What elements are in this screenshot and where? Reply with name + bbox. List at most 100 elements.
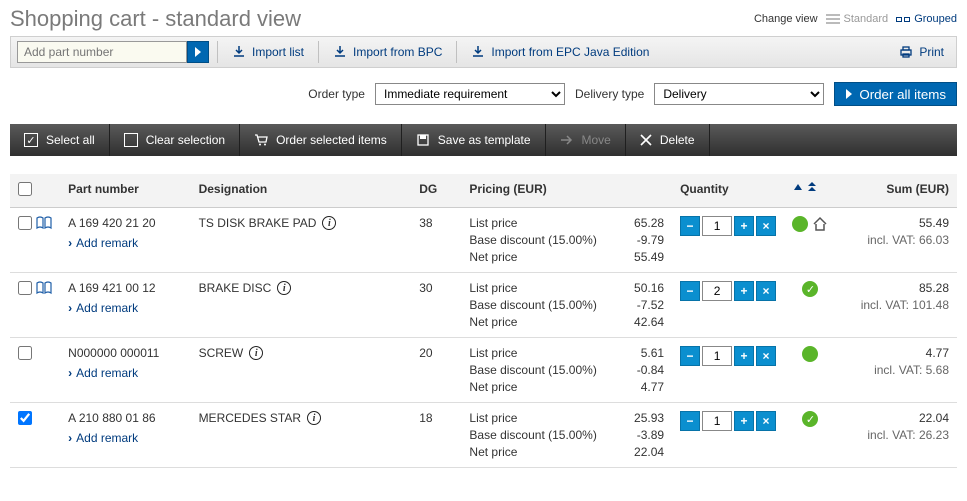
action-bar: Select all Clear selection Order selecte… <box>10 124 957 156</box>
col-dg: DG <box>411 174 461 208</box>
page-title: Shopping cart - standard view <box>10 6 301 32</box>
view-grouped-button[interactable]: Grouped <box>896 13 957 25</box>
top-toolbar: Import list Import from BPC Import from … <box>10 36 957 68</box>
qty-remove-button[interactable]: × <box>756 411 776 431</box>
price-label: Net price <box>469 315 616 329</box>
cart-table: Part number Designation DG Pricing (EUR)… <box>10 174 957 468</box>
book-icon[interactable] <box>36 281 52 295</box>
sum-value: 4.77 <box>845 346 949 360</box>
qty-increase-button[interactable]: + <box>734 411 754 431</box>
sort-double-icon[interactable] <box>806 182 818 194</box>
add-part-go-button[interactable] <box>187 41 209 63</box>
sort-up-icon[interactable] <box>792 182 804 194</box>
select-all-button[interactable]: Select all <box>10 124 110 156</box>
import-bpc-button[interactable]: Import from BPC <box>327 43 448 61</box>
order-all-label: Order all items <box>859 87 946 102</box>
add-remark-link[interactable]: Add remark <box>68 236 138 250</box>
price-label: List price <box>469 281 616 295</box>
price-label: List price <box>469 411 616 425</box>
import-list-label: Import list <box>252 45 304 59</box>
lines-icon <box>826 14 840 24</box>
view-grouped-label: Grouped <box>914 13 957 25</box>
row-checkbox[interactable] <box>18 411 32 425</box>
table-row: A 210 880 01 86Add remarkMERCEDES STARi1… <box>10 403 957 468</box>
status-check-icon: ✓ <box>802 281 818 297</box>
header-checkbox[interactable] <box>18 182 32 196</box>
row-checkbox[interactable] <box>18 346 32 360</box>
designation-text: MERCEDES STAR <box>199 411 301 425</box>
price-value: 55.49 <box>634 250 664 264</box>
price-label: Base discount (15.00%) <box>469 298 616 312</box>
qty-input[interactable] <box>702 216 732 236</box>
dg-value: 38 <box>411 208 461 273</box>
view-switch: Change view Standard Grouped <box>754 13 957 25</box>
qty-increase-button[interactable]: + <box>734 216 754 236</box>
row-checkbox[interactable] <box>18 216 32 230</box>
move-icon <box>560 134 574 146</box>
info-icon[interactable]: i <box>307 411 321 425</box>
book-icon[interactable] <box>36 216 52 230</box>
delivery-type-select[interactable]: Delivery <box>654 83 824 105</box>
sum-value: 55.49 <box>845 216 949 230</box>
move-button[interactable]: Move <box>546 124 626 156</box>
designation-text: BRAKE DISC <box>199 281 272 295</box>
qty-remove-button[interactable]: × <box>756 216 776 236</box>
save-template-label: Save as template <box>438 133 531 147</box>
qty-decrease-button[interactable]: − <box>680 281 700 301</box>
price-value: 65.28 <box>634 216 664 230</box>
print-label: Print <box>919 45 944 59</box>
col-pricing: Pricing (EUR) <box>461 174 672 208</box>
qty-input[interactable] <box>702 411 732 431</box>
print-button[interactable]: Print <box>893 43 950 61</box>
status-dot-icon <box>792 216 808 232</box>
price-label: Net price <box>469 445 616 459</box>
delete-button[interactable]: Delete <box>626 124 710 156</box>
add-remark-link[interactable]: Add remark <box>68 366 138 380</box>
sum-vat-value: incl. VAT: 5.68 <box>845 363 949 377</box>
sum-vat-value: incl. VAT: 26.23 <box>845 428 949 442</box>
qty-decrease-button[interactable]: − <box>680 411 700 431</box>
order-selected-button[interactable]: Order selected items <box>240 124 402 156</box>
order-type-select[interactable]: Immediate requirement <box>375 83 565 105</box>
info-icon[interactable]: i <box>277 281 291 295</box>
save-template-button[interactable]: Save as template <box>402 124 546 156</box>
clear-selection-button[interactable]: Clear selection <box>110 124 240 156</box>
price-value: -7.52 <box>634 298 664 312</box>
clear-selection-label: Clear selection <box>146 133 225 147</box>
dg-value: 30 <box>411 273 461 338</box>
add-remark-link[interactable]: Add remark <box>68 431 138 445</box>
table-row: A 169 420 21 20Add remarkTS DISK BRAKE P… <box>10 208 957 273</box>
import-list-button[interactable]: Import list <box>226 43 310 61</box>
dg-value: 18 <box>411 403 461 468</box>
qty-decrease-button[interactable]: − <box>680 216 700 236</box>
close-icon <box>640 134 652 146</box>
order-all-button[interactable]: Order all items <box>834 82 957 106</box>
qty-remove-button[interactable]: × <box>756 281 776 301</box>
qty-increase-button[interactable]: + <box>734 346 754 366</box>
price-label: List price <box>469 216 616 230</box>
import-epc-button[interactable]: Import from EPC Java Edition <box>465 43 655 61</box>
qty-increase-button[interactable]: + <box>734 281 754 301</box>
price-value: 50.16 <box>634 281 664 295</box>
price-value: 22.04 <box>634 445 664 459</box>
table-row: A 169 421 00 12Add remarkBRAKE DISCi30Li… <box>10 273 957 338</box>
save-icon <box>416 133 430 147</box>
info-icon[interactable]: i <box>322 216 336 230</box>
row-checkbox[interactable] <box>18 281 32 295</box>
chevron-right-icon <box>845 89 853 99</box>
import-bpc-label: Import from BPC <box>353 45 442 59</box>
info-icon[interactable]: i <box>249 346 263 360</box>
dg-value: 20 <box>411 338 461 403</box>
add-part-input[interactable] <box>17 41 187 63</box>
status-dot-icon <box>802 346 818 362</box>
order-selected-label: Order selected items <box>276 133 387 147</box>
move-label: Move <box>582 133 611 147</box>
qty-input[interactable] <box>702 281 732 301</box>
view-standard-button[interactable]: Standard <box>826 13 889 25</box>
qty-remove-button[interactable]: × <box>756 346 776 366</box>
qty-input[interactable] <box>702 346 732 366</box>
import-epc-label: Import from EPC Java Edition <box>491 45 649 59</box>
qty-decrease-button[interactable]: − <box>680 346 700 366</box>
add-remark-link[interactable]: Add remark <box>68 301 138 315</box>
sum-value: 85.28 <box>845 281 949 295</box>
